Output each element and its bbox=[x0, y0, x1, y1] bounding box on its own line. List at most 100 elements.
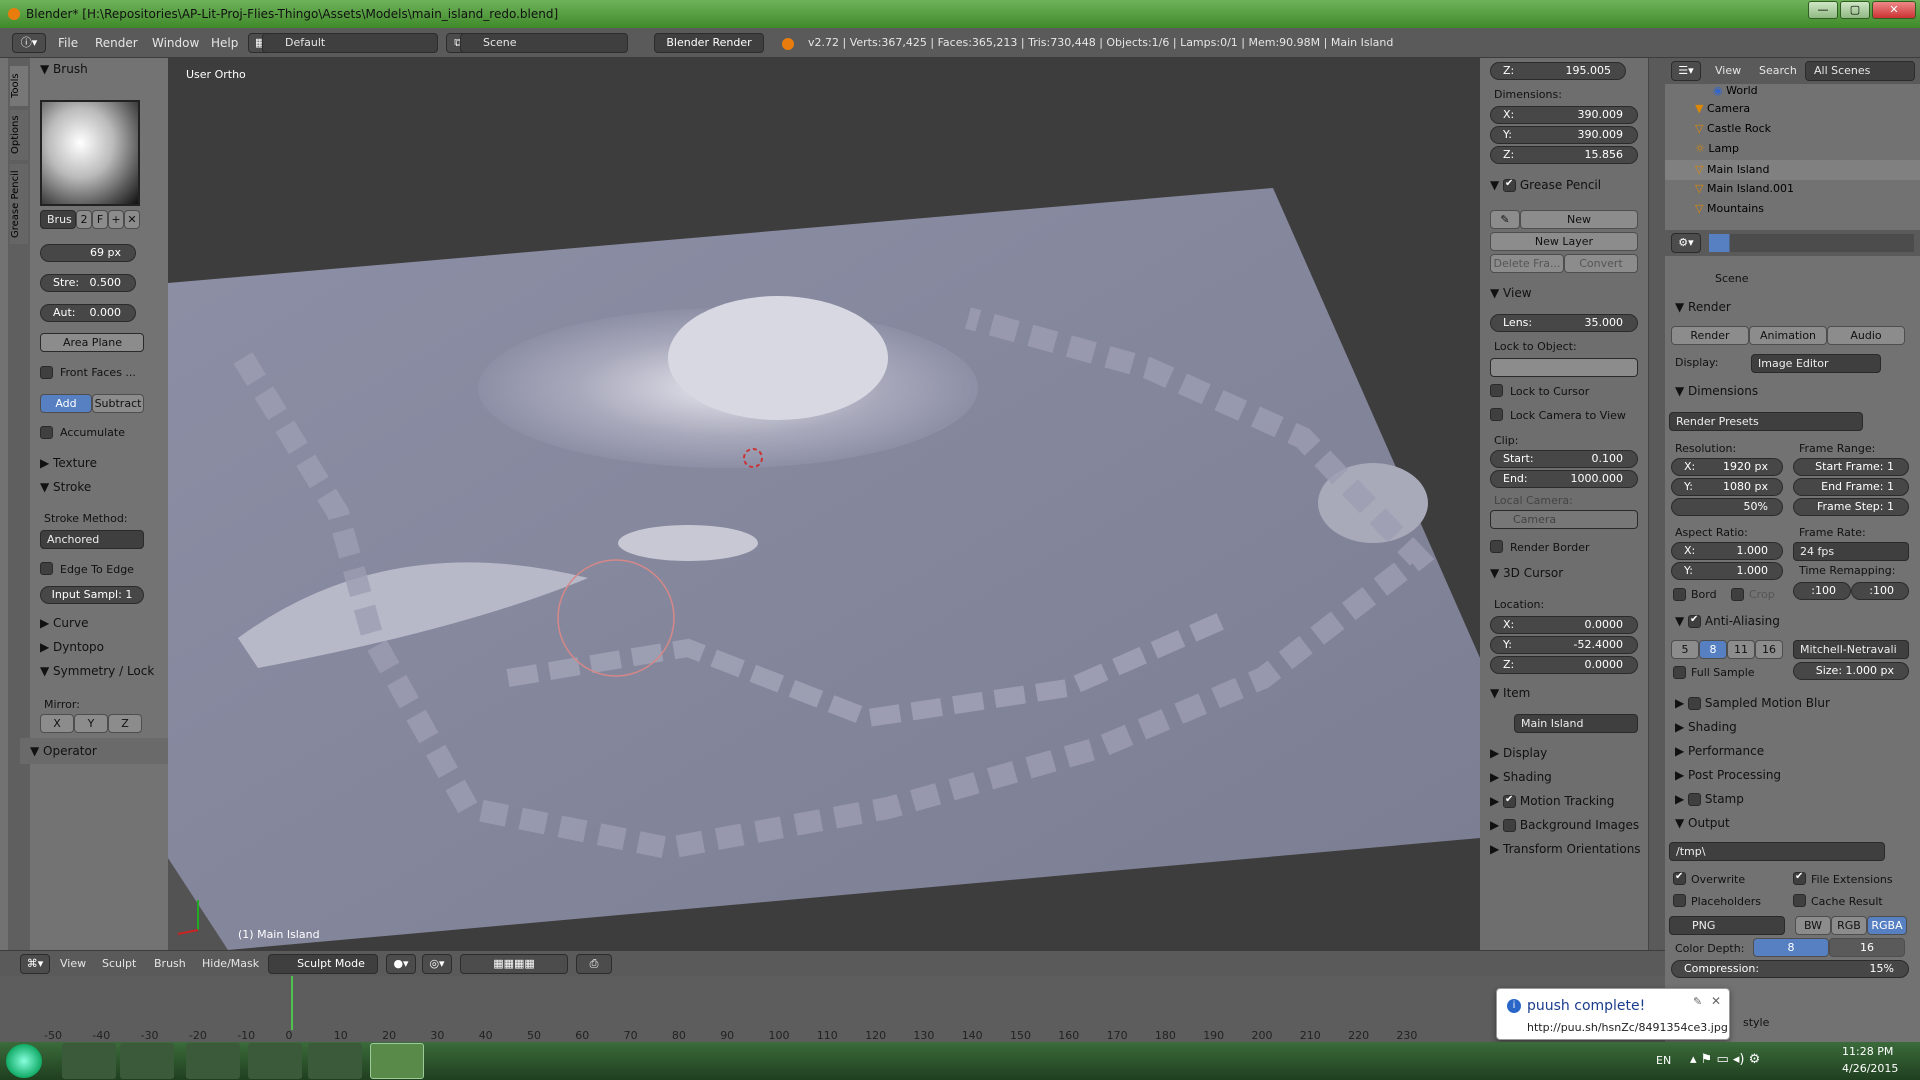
gp-new-layer-button[interactable]: New Layer bbox=[1490, 232, 1638, 251]
pivot-icon[interactable]: ◎▾ bbox=[422, 954, 452, 974]
dim-x-field[interactable]: X: 390.009 bbox=[1490, 106, 1638, 124]
output-path-field[interactable]: /tmp\ bbox=[1669, 842, 1885, 861]
clip-start-field[interactable]: Start: 0.100 bbox=[1490, 450, 1638, 468]
aspect-x-field[interactable]: X: 1.000 bbox=[1671, 542, 1783, 560]
rgba-button[interactable]: RGBA bbox=[1867, 916, 1907, 935]
border-checkbox[interactable] bbox=[1673, 588, 1686, 601]
outliner-view-menu[interactable]: View bbox=[1715, 64, 1741, 77]
brush-name-field[interactable]: Brus bbox=[40, 210, 76, 229]
brush-fake-user[interactable]: F bbox=[92, 210, 108, 229]
gp-convert-button[interactable]: Convert bbox=[1564, 254, 1638, 273]
screen-layout-field[interactable]: Default bbox=[262, 33, 438, 53]
3d-cursor-panel[interactable]: ▼ 3D Cursor bbox=[1490, 566, 1563, 580]
3d-viewport[interactable]: User Ortho (1) Main Island bbox=[168, 58, 1480, 950]
transform-orientations-panel[interactable]: ▶ Transform Orientations bbox=[1490, 842, 1641, 856]
anti-aliasing-panel[interactable]: ▼ Anti-Aliasing bbox=[1675, 614, 1780, 628]
brush-users[interactable]: 2 bbox=[76, 210, 92, 229]
dim-z-field[interactable]: Z: 15.856 bbox=[1490, 146, 1638, 164]
subtract-button[interactable]: Subtract bbox=[92, 394, 144, 413]
brush-panel-title[interactable]: ▼ Brush bbox=[40, 62, 88, 76]
start-button-icon[interactable] bbox=[6, 1044, 42, 1078]
stamp-panel[interactable]: ▶ Stamp bbox=[1675, 792, 1744, 806]
render-panel[interactable]: ▼ Render bbox=[1675, 300, 1731, 314]
mirror-y-button[interactable]: Y bbox=[74, 714, 108, 733]
vp-menu-view[interactable]: View bbox=[60, 957, 86, 970]
file-extensions-checkbox[interactable] bbox=[1793, 871, 1806, 885]
notification-close-icon[interactable]: ✕ bbox=[1711, 994, 1721, 1008]
clock-time[interactable]: 11:28 PM bbox=[1842, 1045, 1893, 1058]
input-samples-field[interactable]: Input Sampl: 1 bbox=[40, 586, 144, 604]
outliner-item-camera[interactable]: ▼ Camera bbox=[1695, 102, 1750, 115]
outliner-item-mountains[interactable]: ▽ Mountains bbox=[1695, 202, 1764, 215]
performance-panel[interactable]: ▶ Performance bbox=[1675, 744, 1764, 758]
outliner-item-castle-rock[interactable]: ▽ Castle Rock bbox=[1695, 122, 1771, 135]
menu-help[interactable]: Help bbox=[211, 36, 238, 50]
start-frame-field[interactable]: Start Frame: 1 bbox=[1793, 458, 1909, 476]
taskbar-app-icon[interactable] bbox=[308, 1043, 362, 1079]
local-camera-field[interactable]: Camera bbox=[1490, 510, 1638, 529]
aspect-y-field[interactable]: Y: 1.000 bbox=[1671, 562, 1783, 580]
end-frame-field[interactable]: End Frame: 1 bbox=[1793, 478, 1909, 496]
properties-editor-icon[interactable]: ⚙▾ bbox=[1671, 233, 1701, 253]
dyntopo-panel[interactable]: ▶ Dyntopo bbox=[40, 640, 104, 654]
depth-8-button[interactable]: 8 bbox=[1753, 938, 1829, 957]
vp-menu-hidemask[interactable]: Hide/Mask bbox=[202, 957, 259, 970]
rgb-button[interactable]: RGB bbox=[1831, 916, 1867, 935]
stroke-method-dropdown[interactable]: Anchored bbox=[40, 530, 144, 549]
mirror-x-button[interactable]: X bbox=[40, 714, 74, 733]
shading-panel[interactable]: ▶ Shading bbox=[1490, 770, 1552, 784]
animation-button[interactable]: Animation bbox=[1749, 326, 1827, 345]
grease-pencil-panel[interactable]: ▼ Grease Pencil bbox=[1490, 178, 1601, 192]
strength-field[interactable]: Stre: 0.500 bbox=[40, 274, 136, 292]
stroke-panel[interactable]: ▼ Stroke bbox=[40, 480, 91, 494]
shading-icon[interactable]: ●▾ bbox=[386, 954, 416, 974]
location-z-field[interactable]: Z: 195.005 bbox=[1490, 62, 1626, 80]
outliner-item-world[interactable]: ◉ World bbox=[1713, 84, 1758, 97]
cache-result-checkbox[interactable] bbox=[1793, 894, 1806, 907]
vp-menu-sculpt[interactable]: Sculpt bbox=[102, 957, 136, 970]
depth-16-button[interactable]: 16 bbox=[1829, 938, 1905, 957]
view3d-editor-icon[interactable]: ⌘▾ bbox=[20, 954, 50, 974]
accumulate-checkbox[interactable] bbox=[40, 426, 53, 439]
front-faces-checkbox[interactable] bbox=[40, 366, 53, 379]
layers-icon[interactable]: ▦▦▦▦ bbox=[460, 954, 568, 974]
render-button[interactable]: Render bbox=[1671, 326, 1749, 345]
motion-blur-panel[interactable]: ▶ Sampled Motion Blur bbox=[1675, 696, 1830, 710]
post-processing-panel[interactable]: ▶ Post Processing bbox=[1675, 768, 1781, 782]
aa-8-button[interactable]: 8 bbox=[1699, 640, 1727, 659]
compression-slider[interactable]: Compression: 15% bbox=[1671, 960, 1909, 978]
motion-tracking-panel[interactable]: ▶ Motion Tracking bbox=[1490, 794, 1614, 808]
outliner-editor-icon[interactable]: ☰▾ bbox=[1671, 61, 1701, 81]
render-preview-icon[interactable]: ⎙ bbox=[576, 954, 612, 974]
pin-icon[interactable]: ✎ bbox=[1693, 995, 1702, 1008]
render-engine-dropdown[interactable]: Blender Render bbox=[654, 33, 764, 53]
brush-preview[interactable] bbox=[40, 100, 140, 206]
taskbar-explorer-icon[interactable] bbox=[62, 1043, 116, 1079]
cursor-z-field[interactable]: Z: 0.0000 bbox=[1490, 656, 1638, 674]
curve-panel[interactable]: ▶ Curve bbox=[40, 616, 88, 630]
background-images-panel[interactable]: ▶ Background Images bbox=[1490, 818, 1639, 832]
lock-camera-checkbox[interactable] bbox=[1490, 408, 1503, 421]
add-button[interactable]: Add bbox=[40, 394, 92, 413]
gp-delete-frame-button[interactable]: Delete Fra... bbox=[1490, 254, 1564, 273]
lens-field[interactable]: Lens: 35.000 bbox=[1490, 314, 1638, 332]
aa-16-button[interactable]: 16 bbox=[1755, 640, 1783, 659]
tab-grease-pencil[interactable]: Grease Pencil bbox=[10, 164, 28, 244]
tray-icons[interactable]: ▴ ⚑ ▭ ◂) ⚙ bbox=[1690, 1052, 1760, 1067]
outliner-filter-dropdown[interactable]: All Scenes bbox=[1805, 61, 1915, 81]
edge-to-edge-checkbox[interactable] bbox=[40, 562, 53, 575]
autosmooth-field[interactable]: Aut: 0.000 bbox=[40, 304, 136, 322]
cursor-y-field[interactable]: Y: -52.4000 bbox=[1490, 636, 1638, 654]
file-format-dropdown[interactable]: PNG bbox=[1669, 916, 1785, 935]
outliner-item-main-island[interactable]: ▽ Main Island bbox=[1665, 160, 1920, 180]
gp-new-button[interactable]: New bbox=[1520, 210, 1638, 229]
display-dropdown[interactable]: Image Editor bbox=[1751, 354, 1881, 373]
timeline[interactable]: -50 -40 -30 -20 -10 0 10 20 30 40 50 60 70 80 90 100 110… bbox=[0, 976, 1665, 1042]
operator-panel[interactable]: ▼ Operator bbox=[20, 738, 168, 764]
filter-size-field[interactable]: Size: 1.000 px bbox=[1793, 662, 1909, 680]
menu-render[interactable]: Render bbox=[95, 36, 138, 50]
radius-field[interactable]: 69 px bbox=[40, 244, 136, 262]
mode-dropdown[interactable]: Sculpt Mode bbox=[268, 954, 378, 974]
close-button[interactable]: ✕ bbox=[1872, 1, 1916, 19]
lock-to-cursor-checkbox[interactable] bbox=[1490, 384, 1503, 397]
